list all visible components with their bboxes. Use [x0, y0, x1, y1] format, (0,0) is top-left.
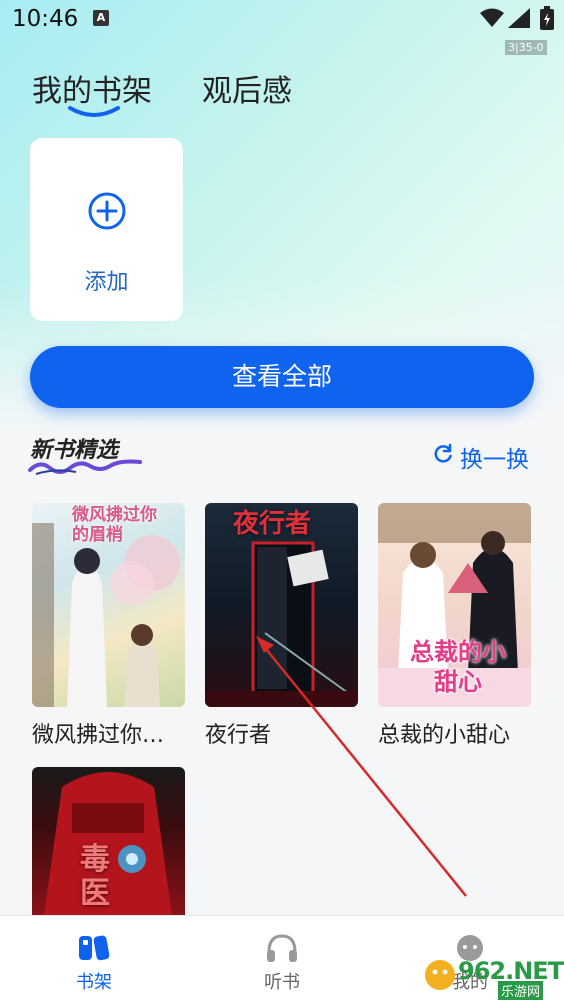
- book-name: 夜行者: [205, 723, 272, 748]
- wifi-icon: [480, 8, 504, 27]
- active-tab-indicator: [68, 106, 120, 117]
- title-wave-decoration: [28, 459, 142, 475]
- refresh-label: 换一换: [460, 447, 529, 473]
- nav-label-bookshelf: 书架: [76, 972, 112, 993]
- site-watermark: 962.NET 乐游网: [424, 953, 564, 1000]
- notification-icon: A: [93, 10, 109, 26]
- nav-label-audiobooks: 听书: [264, 972, 300, 993]
- tab-reviews[interactable]: 观后感: [202, 66, 292, 110]
- nav-item-bookshelf[interactable]: 书架: [34, 916, 154, 1005]
- book-cover[interactable]: 夜行者: [205, 503, 358, 707]
- battery-icon: [540, 6, 554, 30]
- book-cover-title: 毒医: [80, 842, 110, 911]
- view-all-button[interactable]: 查看全部: [30, 346, 534, 408]
- book-cover[interactable]: 毒医: [32, 767, 185, 915]
- nav-item-audiobooks[interactable]: 听书: [222, 916, 342, 1005]
- build-tag: 3|35-0: [505, 40, 547, 55]
- book-name: 微风拂过你…: [32, 723, 165, 748]
- status-bar: 10:46 A: [0, 0, 564, 40]
- add-book-card[interactable]: 添加: [30, 138, 183, 321]
- refresh-icon: [434, 443, 452, 463]
- book-cover-title: 总裁的小甜心: [410, 638, 506, 696]
- bookshelf-icon: [79, 935, 110, 961]
- watermark-logo-icon: [425, 960, 455, 990]
- plus-circle-icon: [88, 192, 126, 230]
- headphones-icon: [267, 934, 297, 962]
- add-book-label: 添加: [84, 270, 129, 295]
- book-name: 总裁的小甜心: [378, 723, 511, 748]
- book-cover-title: 夜行者: [233, 509, 312, 539]
- watermark-subtext: 乐游网: [498, 981, 544, 1000]
- signal-icon: [508, 8, 530, 28]
- book-cover[interactable]: 微风拂过你的眉梢: [32, 503, 185, 707]
- book-cover-title: 微风拂过你的眉梢: [72, 505, 157, 545]
- book-cover[interactable]: 总裁的小甜心: [378, 503, 531, 707]
- status-time: 10:46: [12, 6, 79, 32]
